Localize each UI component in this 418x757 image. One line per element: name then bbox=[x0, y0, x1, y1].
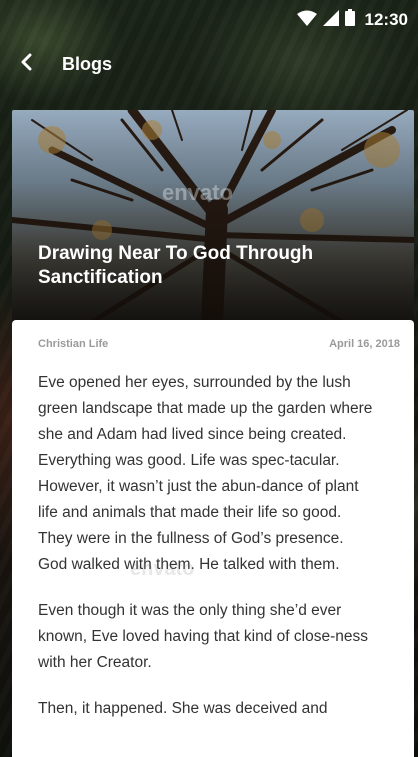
chevron-left-icon bbox=[20, 53, 32, 76]
status-bar: 12:30 bbox=[0, 0, 418, 40]
article-body: Eve opened her eyes, surrounded by the l… bbox=[38, 370, 400, 722]
paragraph: Then, it happened. She was deceived and bbox=[38, 700, 328, 717]
hero-image: envato Drawing Near To God Through Sanct… bbox=[12, 110, 414, 322]
post-date: April 16, 2018 bbox=[329, 338, 400, 350]
page-title: Blogs bbox=[62, 53, 113, 74]
watermark: envato bbox=[130, 558, 195, 580]
paragraph: Eve opened her eyes, surrounded by the l… bbox=[38, 374, 373, 573]
post-title: Drawing Near To God Through Sanctificati… bbox=[38, 243, 314, 288]
signal-icon bbox=[322, 9, 339, 31]
battery-icon bbox=[344, 9, 355, 31]
back-button[interactable] bbox=[0, 42, 52, 86]
app-bar: Blogs bbox=[0, 42, 418, 86]
hero-overlay bbox=[12, 110, 414, 322]
paragraph: Even though it was the only thing she’d … bbox=[38, 602, 368, 671]
post-category[interactable]: Christian Life bbox=[38, 338, 108, 350]
wifi-icon bbox=[296, 10, 317, 31]
status-time: 12:30 bbox=[364, 10, 408, 29]
watermark: envato bbox=[162, 180, 233, 205]
post-meta: Christian Life April 16, 2018 bbox=[38, 338, 400, 350]
article-card: Christian Life April 16, 2018 Eve opened… bbox=[12, 320, 414, 757]
